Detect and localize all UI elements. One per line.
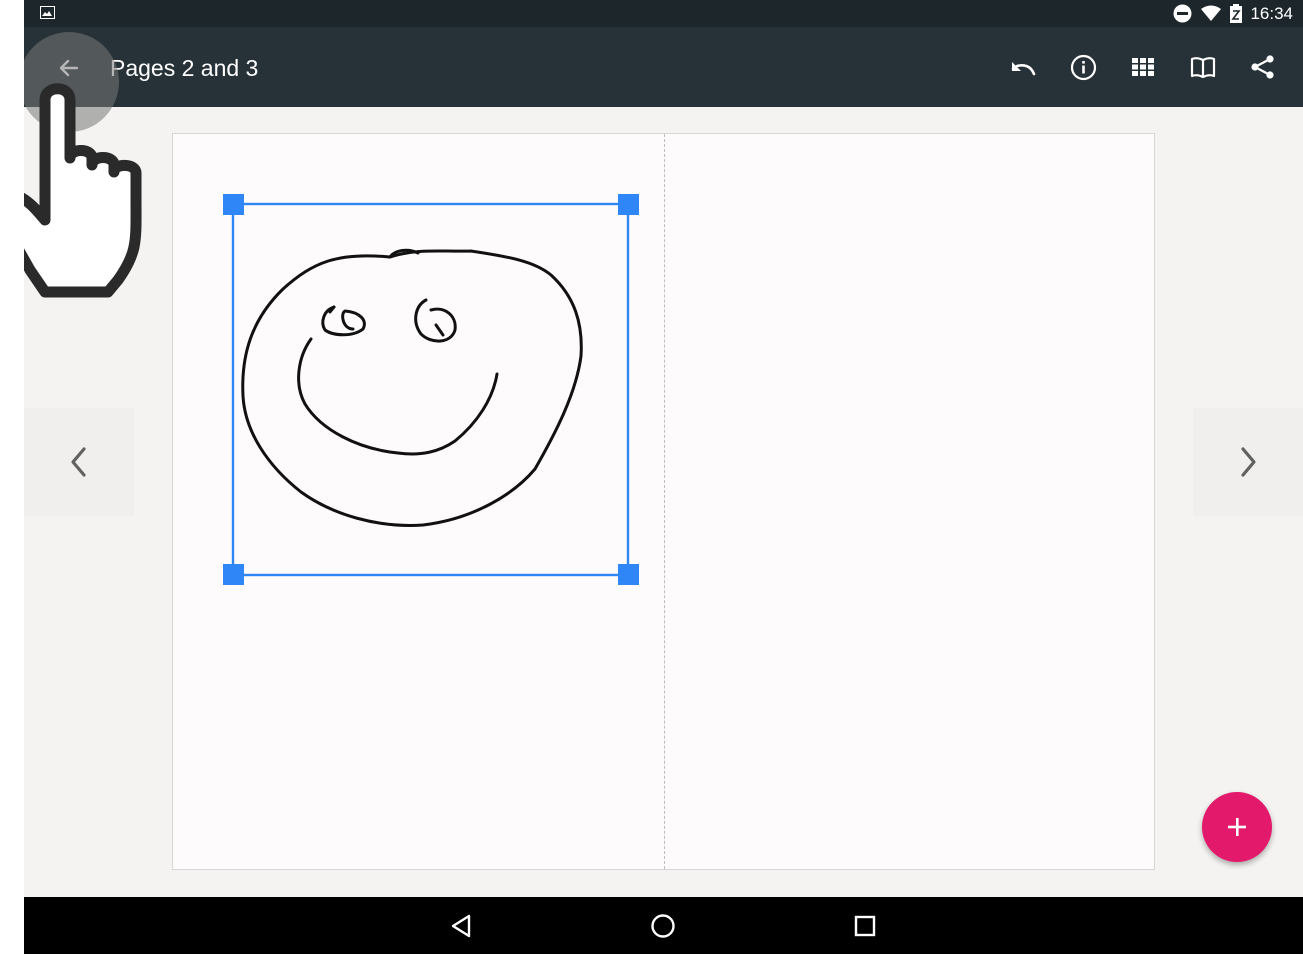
- undo-icon: [1011, 62, 1036, 76]
- book-icon: [1190, 57, 1216, 78]
- back-button[interactable]: [50, 49, 88, 87]
- image-notification-icon: [40, 6, 55, 19]
- battery-icon: [1230, 4, 1243, 23]
- system-back-button[interactable]: [443, 909, 479, 943]
- plus-icon: [1228, 818, 1246, 836]
- recents-square-icon: [854, 915, 876, 937]
- do-not-disturb-icon: [1173, 4, 1192, 23]
- chevron-left-icon: [71, 447, 86, 477]
- info-icon: [1070, 54, 1096, 80]
- page-spread[interactable]: [172, 133, 1155, 870]
- share-icon: [1251, 55, 1274, 79]
- selection-frame[interactable]: [231, 202, 630, 577]
- next-page-button[interactable]: [1193, 408, 1303, 516]
- status-bar: 16:34: [24, 0, 1303, 27]
- grid-view-icon: [1132, 58, 1154, 76]
- smiley-drawing[interactable]: [241, 248, 583, 527]
- arrow-back-icon: [59, 59, 79, 77]
- back-triangle-icon: [451, 914, 471, 938]
- resize-handle-bottom-left[interactable]: [223, 564, 244, 585]
- wifi-icon: [1201, 5, 1222, 21]
- tablet-screen: 16:34 Pages 2 and 3: [24, 0, 1303, 954]
- drawing-canvas[interactable]: [173, 134, 1154, 869]
- app-bar: Pages 2 and 3: [24, 27, 1303, 107]
- previous-page-button[interactable]: [24, 408, 134, 516]
- system-navigation-bar: [24, 897, 1303, 954]
- book-view-button[interactable]: [1183, 47, 1223, 87]
- grid-view-button[interactable]: [1123, 47, 1163, 87]
- resize-handle-top-left[interactable]: [223, 194, 244, 215]
- page-title: Pages 2 and 3: [110, 55, 259, 81]
- add-button[interactable]: [1202, 792, 1272, 862]
- resize-handle-top-right[interactable]: [618, 194, 639, 215]
- chevron-right-icon: [1241, 447, 1256, 477]
- system-home-button[interactable]: [645, 909, 681, 943]
- undo-button[interactable]: [1003, 47, 1043, 87]
- status-time: 16:34: [1250, 3, 1293, 23]
- home-circle-icon: [651, 914, 675, 938]
- status-right: 16:34: [1173, 0, 1293, 27]
- resize-handle-bottom-right[interactable]: [618, 564, 639, 585]
- share-button[interactable]: [1243, 47, 1283, 87]
- info-button[interactable]: [1063, 47, 1103, 87]
- system-recents-button[interactable]: [847, 909, 883, 943]
